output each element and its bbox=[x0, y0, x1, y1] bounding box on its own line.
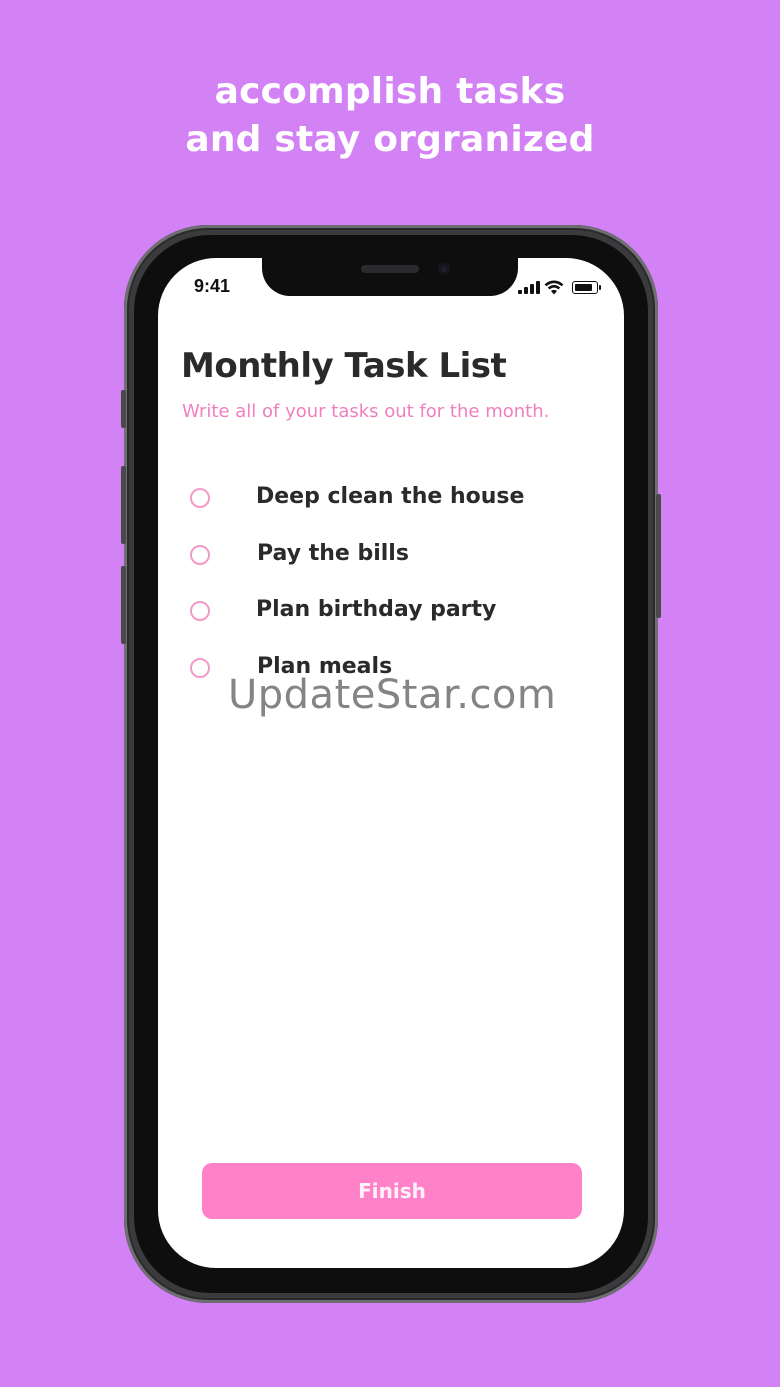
marketing-headline: accomplish tasks and stay orgranized bbox=[0, 68, 780, 164]
battery-icon bbox=[572, 281, 601, 294]
phone-silent-switch bbox=[121, 390, 126, 428]
task-item-3[interactable]: Plan birthday party bbox=[190, 597, 610, 631]
page-title: Monthly Task List bbox=[181, 346, 507, 386]
task-checkbox-2[interactable] bbox=[190, 545, 210, 565]
camera-icon bbox=[438, 263, 450, 275]
cellular-signal-icon bbox=[518, 280, 540, 294]
watermark: UpdateStar.com bbox=[228, 672, 557, 718]
task-item-1[interactable]: Deep clean the house bbox=[190, 484, 610, 518]
task-label-2: Pay the bills bbox=[257, 541, 409, 566]
task-checkbox-4[interactable] bbox=[190, 658, 210, 678]
task-item-2[interactable]: Pay the bills bbox=[190, 541, 610, 575]
task-checkbox-1[interactable] bbox=[190, 488, 210, 508]
task-label-1: Deep clean the house bbox=[256, 484, 525, 509]
headline-line-2: and stay orgranized bbox=[185, 119, 595, 160]
phone-volume-down bbox=[121, 566, 126, 644]
speaker-icon bbox=[361, 265, 419, 273]
page-subtitle: Write all of your tasks out for the mont… bbox=[182, 401, 550, 422]
status-time: 9:41 bbox=[194, 276, 231, 296]
phone-volume-up bbox=[121, 466, 126, 544]
headline-line-1: accomplish tasks bbox=[214, 71, 566, 112]
task-checkbox-3[interactable] bbox=[190, 601, 210, 621]
phone-power-button bbox=[656, 494, 661, 618]
finish-button[interactable]: Finish bbox=[202, 1163, 582, 1219]
phone-notch bbox=[262, 256, 518, 296]
task-label-3: Plan birthday party bbox=[256, 597, 497, 622]
wifi-icon bbox=[544, 280, 564, 295]
